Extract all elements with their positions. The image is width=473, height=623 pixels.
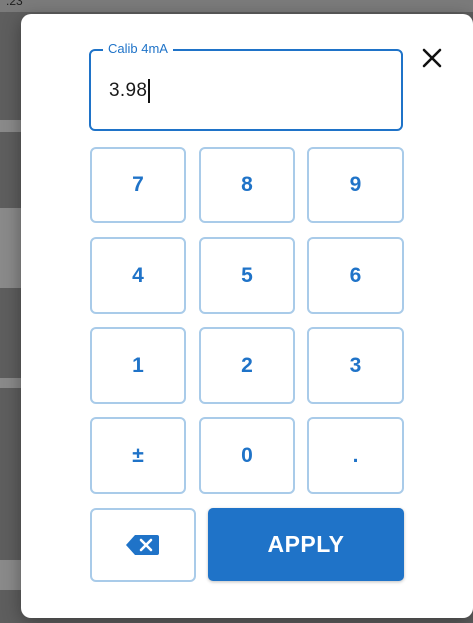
value-input[interactable]: 3.98 [109,79,150,103]
background-fragment [0,120,21,132]
key-7[interactable]: 7 [90,147,186,223]
apply-button[interactable]: APPLY [208,508,404,581]
background-fragment [0,378,21,388]
key-6[interactable]: 6 [307,237,404,314]
key-decimal[interactable]: . [307,417,404,494]
close-icon [422,48,442,68]
key-8[interactable]: 8 [199,147,295,223]
key-0[interactable]: 0 [199,417,295,494]
backspace-icon [126,535,159,555]
background-top-bar [0,0,473,12]
background-fragment [0,560,21,590]
key-9[interactable]: 9 [307,147,404,223]
key-5[interactable]: 5 [199,237,295,314]
key-1[interactable]: 1 [90,327,186,404]
text-caret [148,79,150,103]
close-button[interactable] [414,40,450,76]
field-label: Calib 4mA [103,41,173,57]
background-fragment [0,208,21,288]
backspace-button[interactable] [90,508,196,582]
key-3[interactable]: 3 [307,327,404,404]
key-2[interactable]: 2 [199,327,295,404]
key-4[interactable]: 4 [90,237,186,314]
value-text: 3.98 [109,80,148,101]
key-plus-minus[interactable]: ± [90,417,186,494]
background-value-text: .23 [6,0,23,8]
value-field[interactable]: Calib 4mA 3.98 [89,41,403,131]
